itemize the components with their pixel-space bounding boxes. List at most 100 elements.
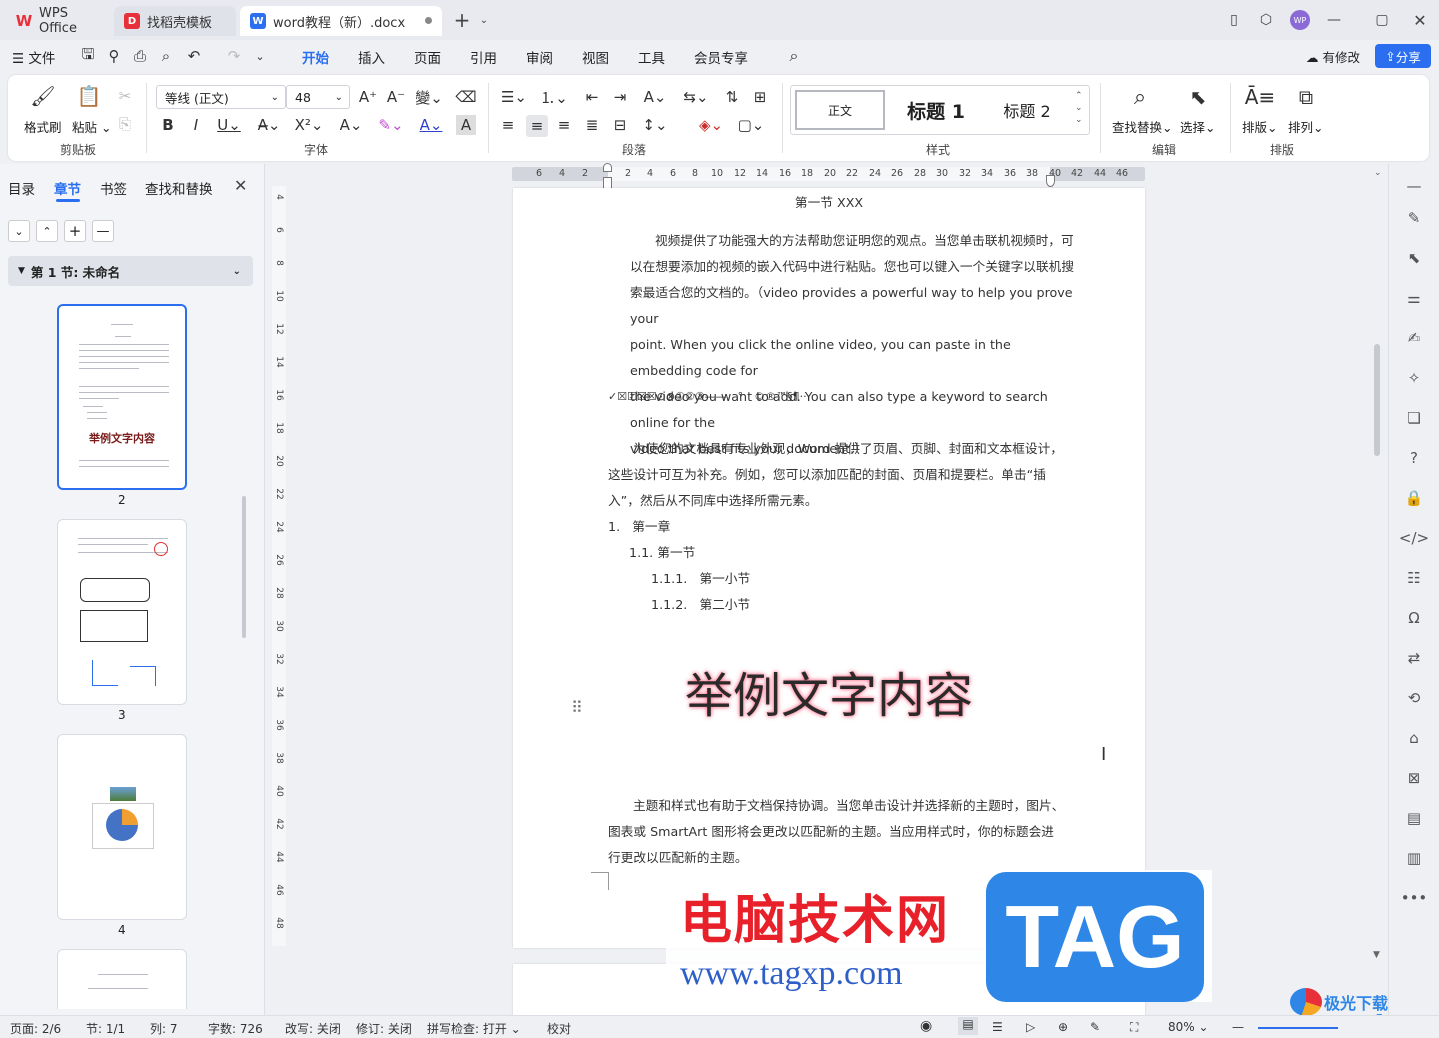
undo-icon[interactable]: ↶ (184, 46, 204, 66)
collapse-icon[interactable]: — (1402, 174, 1426, 198)
more-chevron-icon[interactable]: ⌄ (250, 46, 270, 66)
menu-item-references[interactable]: 引用 (470, 47, 497, 67)
tab-document[interactable]: W word教程（新）.docx (240, 6, 442, 36)
share-button[interactable]: ⇪ 分享 (1375, 44, 1431, 68)
select-arrow-icon[interactable]: ⬉ (1402, 246, 1426, 270)
select-cursor-icon[interactable]: ⬉ (1184, 83, 1212, 111)
line-spacing-icon[interactable]: ↕⌄ (640, 115, 670, 135)
link-icon[interactable]: ⚲ (104, 46, 124, 66)
minimize-icon[interactable]: — (1324, 10, 1344, 30)
new-tab-plus-icon[interactable]: + (452, 8, 472, 32)
scroll-down-icon[interactable]: ▼ (1373, 950, 1380, 960)
right-indent-marker-icon[interactable] (1046, 175, 1055, 187)
redo-icon[interactable]: ↷ (224, 46, 244, 66)
eye-icon[interactable]: ◉ (920, 1018, 932, 1034)
page-thumbnail-5[interactable] (57, 949, 187, 1009)
status-overwrite[interactable]: 改写: 关闭 (285, 1020, 341, 1037)
menu-item-view[interactable]: 视图 (582, 47, 609, 67)
art-text[interactable]: 举例文字内容 (513, 656, 1145, 726)
print-icon[interactable]: ⎙ (130, 46, 150, 66)
move-up-icon[interactable]: ⌃ (36, 220, 58, 242)
horizontal-ruler[interactable]: 6 4 2 2 4 6 8 10 12 14 16 18 20 22 24 26… (512, 163, 1145, 189)
book-search-icon[interactable]: ❏ (1402, 406, 1426, 430)
nav-tab-bookmarks[interactable]: 书签 (100, 178, 127, 198)
document-scrollbar[interactable] (1374, 344, 1380, 456)
layout-icon[interactable]: Ā≡ (1245, 83, 1275, 111)
doc-search-icon[interactable]: ▥ (1402, 846, 1426, 870)
excel-icon[interactable]: ⊠ (1402, 766, 1426, 790)
align-center-icon[interactable]: ≡ (526, 115, 548, 137)
first-indent-marker-icon[interactable] (603, 163, 612, 172)
highlight-icon[interactable]: ✎⌄ (376, 115, 406, 135)
section-item[interactable]: ▼ 第 1 节: 未命名 ⌄ (8, 256, 253, 286)
web-view-icon[interactable]: ⊕ (1058, 1020, 1068, 1034)
page-thumbnail-3[interactable] (57, 519, 187, 705)
close-pane-icon[interactable]: ✕ (234, 176, 247, 195)
status-page[interactable]: 页面: 2/6 (10, 1020, 61, 1037)
bold-icon[interactable]: B (158, 115, 178, 135)
borders-icon[interactable]: ▢⌄ (736, 115, 766, 135)
file-menu[interactable]: ☰ 文件 (12, 47, 55, 67)
style-heading1[interactable]: 标题 1 (891, 90, 981, 130)
sort-icon[interactable]: ⇅ (722, 87, 742, 107)
status-track-changes[interactable]: 修订: 关闭 (356, 1020, 412, 1037)
omega-icon[interactable]: Ω (1402, 606, 1426, 630)
outline-icon[interactable]: ☷ (1402, 566, 1426, 590)
translate-icon[interactable]: ⇄ (1402, 646, 1426, 670)
menu-item-page[interactable]: 页面 (414, 47, 441, 67)
copy-icon[interactable]: ⎘ (116, 115, 134, 133)
justify-icon[interactable]: ≣ (582, 115, 602, 135)
layout-label[interactable]: 排版⌄ (1242, 117, 1278, 136)
cut-icon[interactable]: ✂ (116, 87, 134, 105)
zoom-slider[interactable] (1258, 1027, 1338, 1029)
zoom-out-icon[interactable]: — (1232, 1020, 1244, 1034)
text-effect-icon[interactable]: A⌄ (336, 115, 366, 135)
lock-icon[interactable]: 🔒 (1402, 486, 1426, 510)
avatar[interactable]: WP (1290, 10, 1310, 30)
code-icon[interactable]: </> (1399, 526, 1429, 550)
text-direction-icon[interactable]: ⇆⌄ (682, 87, 710, 107)
maximize-icon[interactable]: ▢ (1372, 10, 1392, 30)
paste-icon[interactable]: 📋 (76, 83, 102, 109)
add-section-icon[interactable]: + (64, 220, 86, 242)
tab-wps-office[interactable]: W WPS Office (6, 6, 110, 36)
decrease-indent-icon[interactable]: ⇤ (582, 87, 602, 107)
move-down-icon[interactable]: ⌄ (8, 220, 30, 242)
doc-check-icon[interactable]: ▤ (1402, 806, 1426, 830)
save-icon[interactable]: 🖫 (78, 45, 98, 66)
nav-tab-find-replace[interactable]: 查找和替换 (145, 178, 213, 198)
shading-icon[interactable]: ◈⌄ (696, 115, 726, 135)
help-icon[interactable]: ? (1402, 446, 1426, 470)
folder-star-icon[interactable]: ⌂ (1402, 726, 1426, 750)
strikethrough-icon[interactable]: A̶⌄ (254, 115, 284, 135)
history-icon[interactable]: ⟲ (1402, 686, 1426, 710)
phonetic-icon[interactable]: 變⌄ (414, 87, 444, 107)
status-proof[interactable]: 校对 (547, 1020, 571, 1037)
fit-page-icon[interactable]: ⛶ (1130, 1020, 1138, 1035)
italic-icon[interactable]: I (186, 115, 206, 135)
style-heading2[interactable]: 标题 2 (987, 90, 1067, 130)
char-shading-icon[interactable]: A (456, 115, 476, 135)
paste-label[interactable]: 粘贴 ⌄ (72, 117, 111, 136)
page-view-icon[interactable]: ▤ (958, 1017, 978, 1035)
menu-item-insert[interactable]: 插入 (358, 47, 385, 67)
cube-icon[interactable]: ⬡ (1256, 10, 1276, 30)
char-spacing-icon[interactable]: A⌄ (640, 87, 670, 107)
status-spell-check[interactable]: 拼写检查: 打开 ⌄ (427, 1020, 521, 1037)
menu-item-tools[interactable]: 工具 (638, 47, 665, 67)
increase-indent-icon[interactable]: ⇥ (610, 87, 630, 107)
remove-section-icon[interactable]: — (92, 220, 114, 242)
magic-icon[interactable]: ✧ (1402, 366, 1426, 390)
settings-sliders-icon[interactable]: ⚌ (1402, 286, 1426, 310)
tab-list-chevron-icon[interactable]: ⌄ (474, 10, 494, 30)
align-left-icon[interactable]: ≡ (498, 115, 518, 135)
arrange-icon[interactable]: ⧉ (1292, 83, 1320, 111)
find-replace-label[interactable]: 查找替换⌄ (1112, 117, 1173, 136)
zoom-level[interactable]: 80% ⌄ (1168, 1020, 1209, 1034)
font-name-select[interactable]: 等线 (正文) ⌄ (156, 85, 286, 109)
font-color-icon[interactable]: A⌄ (416, 115, 446, 135)
shrink-font-icon[interactable]: A⁻ (386, 87, 406, 107)
distribute-icon[interactable]: ⊟ (610, 115, 630, 135)
write-mode-icon[interactable]: ✎ (1090, 1020, 1100, 1034)
page-thumbnail-4[interactable] (57, 734, 187, 920)
